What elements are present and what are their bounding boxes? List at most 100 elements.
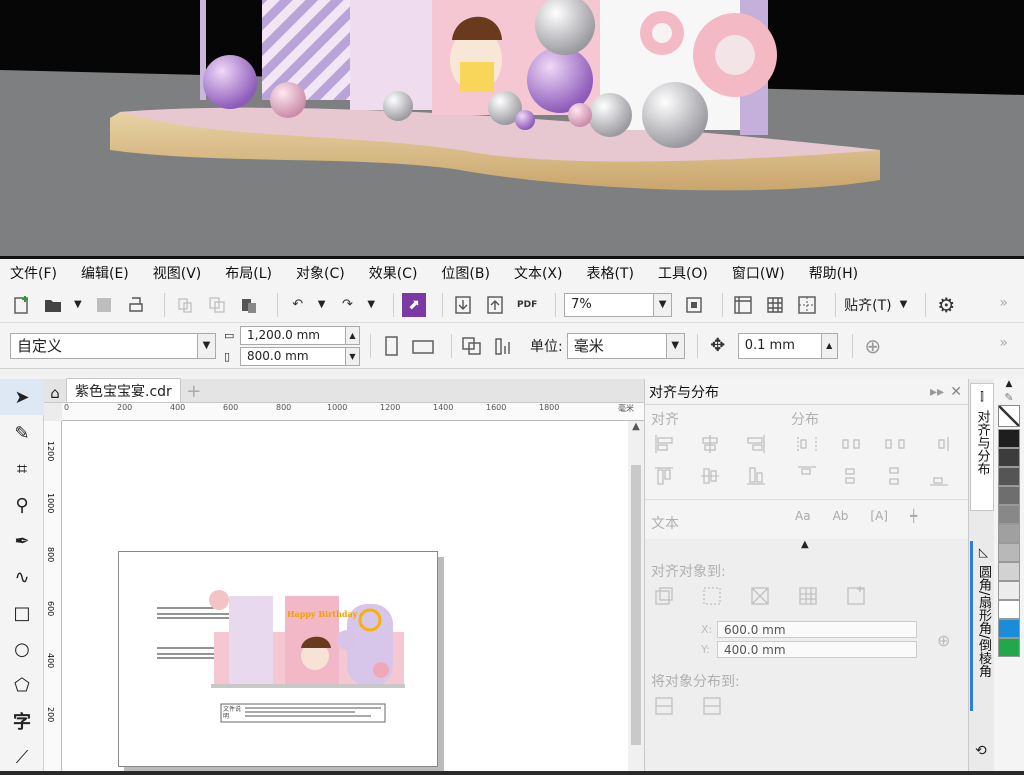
color-swatch[interactable] — [998, 448, 1020, 467]
corel-connect-icon[interactable]: ⬈ — [402, 292, 427, 317]
tab-align-distribute[interactable]: ⫿ 对齐与分布 — [970, 383, 994, 511]
copy-icon[interactable] — [205, 293, 229, 317]
distribute-top-icon[interactable] — [795, 465, 819, 491]
vertical-ruler[interactable]: 1200 1000 800 600 400 200 — [44, 421, 62, 771]
all-pages-icon[interactable] — [460, 334, 484, 358]
collapse-caret-icon[interactable]: ▲ — [801, 539, 809, 550]
chevron-down-icon[interactable]: ▼ — [665, 333, 684, 358]
options-gear-icon[interactable]: ⚙ — [934, 293, 958, 317]
palette-scroll-up-icon[interactable]: ▲ — [994, 379, 1024, 391]
distribute-right-icon[interactable] — [927, 433, 951, 459]
no-color-swatch[interactable] — [998, 405, 1020, 427]
ellipse-tool-icon[interactable]: ○ — [0, 631, 44, 667]
distribute-middle-icon[interactable] — [839, 465, 863, 491]
eyedropper-icon[interactable]: ✎ — [994, 391, 1024, 404]
distribute-vspacing-icon[interactable] — [883, 465, 907, 491]
color-swatch[interactable] — [998, 619, 1020, 638]
menu-file[interactable]: 文件(F) — [10, 263, 57, 283]
undo-dropdown-icon[interactable]: ▼ — [318, 299, 326, 310]
horizontal-ruler[interactable]: 0 200 400 600 800 1000 1200 1400 1600 18… — [62, 403, 644, 421]
polygon-tool-icon[interactable]: ⬠ — [0, 667, 44, 703]
import-icon[interactable] — [451, 293, 475, 317]
parallel-dimension-tool-icon[interactable]: ⟋ — [0, 739, 44, 775]
x-coordinate-input[interactable]: 600.0 mm — [717, 621, 917, 638]
color-swatch[interactable] — [998, 486, 1020, 505]
text-tool-icon[interactable]: 字 — [0, 703, 44, 739]
save-icon[interactable] — [92, 293, 116, 317]
grid-icon[interactable] — [763, 293, 787, 317]
grid-align-icon[interactable] — [797, 585, 819, 611]
align-bottom-icon[interactable] — [745, 465, 767, 491]
units-combo[interactable]: 毫米 ▼ — [566, 332, 685, 359]
text-first-line-icon[interactable]: Aa — [795, 509, 811, 523]
text-bounding-box-icon[interactable]: [A] — [870, 509, 888, 523]
pick-tool-icon[interactable]: ➤ — [0, 379, 44, 415]
color-swatch[interactable] — [998, 505, 1020, 524]
distribute-spacing-icon[interactable] — [883, 433, 907, 459]
page-height-input[interactable]: 800.0 mm ▼ — [240, 346, 360, 366]
page-size-preset-combo[interactable]: 自定义 ▼ — [10, 332, 216, 359]
y-coordinate-input[interactable]: 400.0 mm — [717, 641, 917, 658]
export-icon[interactable] — [483, 293, 507, 317]
color-swatch[interactable] — [998, 638, 1020, 657]
current-page-icon[interactable] — [492, 334, 516, 358]
spin-icon[interactable]: ▲ — [820, 333, 837, 358]
active-object-icon[interactable] — [653, 585, 675, 611]
align-center-h-icon[interactable] — [699, 433, 721, 459]
color-swatch[interactable] — [998, 524, 1020, 543]
publish-pdf-icon[interactable]: PDF — [515, 293, 539, 317]
text-last-line-icon[interactable]: Ab — [833, 509, 849, 523]
new-document-icon[interactable] — [10, 293, 34, 317]
zoom-tool-icon[interactable]: ⚲ — [0, 487, 44, 523]
menu-tools[interactable]: 工具(O) — [658, 263, 708, 283]
undo-icon[interactable]: ↶ — [286, 293, 310, 317]
full-screen-icon[interactable] — [682, 293, 706, 317]
portrait-icon[interactable] — [379, 334, 403, 358]
print-icon[interactable] — [124, 293, 148, 317]
shape-tool-icon[interactable]: ✎ — [0, 415, 44, 451]
spin-icon[interactable]: ▼ — [345, 347, 359, 365]
menu-object[interactable]: 对象(C) — [296, 263, 345, 283]
menu-view[interactable]: 视图(V) — [153, 263, 202, 283]
color-swatch[interactable] — [998, 581, 1020, 600]
vertical-scrollbar[interactable]: ▲ — [628, 421, 644, 771]
align-left-icon[interactable] — [653, 433, 675, 459]
menu-window[interactable]: 窗口(W) — [732, 263, 785, 283]
zoom-level-combo[interactable]: 7% ▼ — [564, 292, 673, 317]
drawing-canvas[interactable]: Happy Birthday 文件说明 — [62, 421, 628, 771]
menu-layout[interactable]: 布局(L) — [225, 263, 272, 283]
landscape-icon[interactable] — [411, 334, 435, 358]
menu-bitmaps[interactable]: 位图(B) — [441, 263, 490, 283]
snap-to-menu[interactable]: 贴齐(T) — [844, 295, 891, 315]
scrollbar-thumb[interactable] — [631, 465, 641, 745]
nudge-distance-input[interactable]: 0.1 mm ▲ — [737, 332, 838, 359]
freehand-tool-icon[interactable]: ✒ — [0, 523, 44, 559]
redo-icon[interactable]: ↷ — [335, 293, 359, 317]
add-icon[interactable]: ⊕ — [861, 334, 885, 358]
guidelines-icon[interactable] — [795, 293, 819, 317]
align-top-icon[interactable] — [653, 465, 675, 491]
snap-dropdown-icon[interactable]: ▼ — [900, 299, 908, 310]
distribute-bottom-icon[interactable] — [927, 465, 951, 491]
propbar-overflow-icon[interactable]: » — [999, 335, 1008, 351]
pick-point-icon[interactable]: ⊕ — [937, 631, 950, 650]
distribute-to-selection-icon[interactable] — [653, 695, 675, 721]
color-swatch[interactable] — [998, 467, 1020, 486]
scroll-up-icon[interactable]: ▲ — [628, 421, 644, 432]
menu-edit[interactable]: 编辑(E) — [81, 263, 129, 283]
rectangle-tool-icon[interactable]: □ — [0, 595, 44, 631]
menu-table[interactable]: 表格(T) — [586, 263, 633, 283]
tab-document[interactable]: 紫色宝宝宴.cdr — [66, 378, 181, 402]
color-swatch[interactable] — [998, 429, 1020, 448]
cut-icon[interactable] — [173, 293, 197, 317]
color-swatch[interactable] — [998, 543, 1020, 562]
distribute-center-icon[interactable] — [839, 433, 863, 459]
artistic-media-tool-icon[interactable]: ∿ — [0, 559, 44, 595]
text-outline-icon[interactable]: ┿ — [910, 509, 917, 523]
page[interactable]: Happy Birthday 文件说明 — [118, 551, 438, 767]
new-tab-icon[interactable]: + — [181, 381, 207, 402]
color-swatch[interactable] — [998, 600, 1020, 619]
panel-close-icon[interactable]: ✕ — [950, 384, 962, 400]
home-icon[interactable]: ⌂ — [44, 384, 66, 402]
chevron-down-icon[interactable]: ▼ — [653, 293, 672, 316]
